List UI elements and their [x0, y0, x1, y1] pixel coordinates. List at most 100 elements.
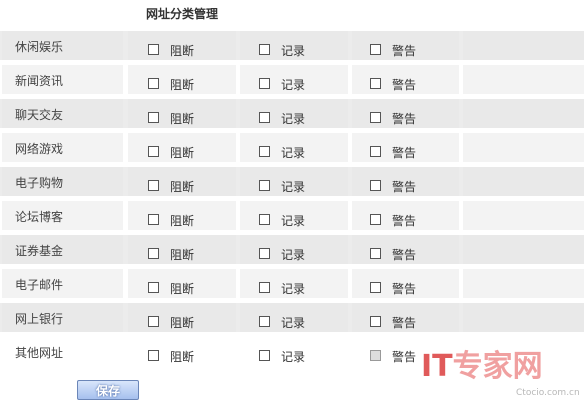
category-label: 论坛博客 [15, 210, 64, 224]
table-row: 新闻资讯 阻断 记录 警告 [0, 63, 584, 97]
alert-label: 警告 [392, 282, 417, 296]
record-option[interactable]: 记录 [259, 108, 305, 126]
block-option[interactable]: 阻断 [148, 142, 194, 160]
category-label: 网络游戏 [15, 142, 64, 156]
block-option[interactable]: 阻断 [148, 346, 194, 364]
alert-label: 警告 [392, 44, 417, 58]
alert-option[interactable]: 警告 [370, 142, 416, 160]
block-checkbox[interactable] [148, 282, 159, 293]
record-label: 记录 [281, 316, 306, 330]
block-option[interactable]: 阻断 [148, 210, 194, 228]
block-label: 阻断 [170, 214, 195, 228]
block-option[interactable]: 阻断 [148, 312, 194, 330]
category-label: 证券基金 [15, 244, 64, 258]
category-table: 休闲娱乐 阻断 记录 警告 新闻资讯 阻断 记录 警告 聊天交友 阻断 记录 警… [0, 29, 584, 369]
record-label: 记录 [281, 180, 306, 194]
record-label: 记录 [281, 112, 306, 126]
block-option[interactable]: 阻断 [148, 40, 194, 58]
table-row: 网络游戏 阻断 记录 警告 [0, 131, 584, 165]
block-checkbox[interactable] [148, 316, 159, 327]
record-checkbox[interactable] [259, 350, 270, 361]
alert-label: 警告 [392, 78, 417, 92]
alert-checkbox[interactable] [370, 180, 381, 191]
record-option[interactable]: 记录 [259, 312, 305, 330]
record-option[interactable]: 记录 [259, 346, 305, 364]
block-checkbox[interactable] [148, 146, 159, 157]
block-checkbox[interactable] [148, 44, 159, 55]
record-label: 记录 [281, 214, 306, 228]
record-checkbox[interactable] [259, 282, 270, 293]
block-option[interactable]: 阻断 [148, 74, 194, 92]
save-button[interactable]: 保存 [77, 380, 139, 400]
watermark-logo: IT专家网 Ctocio.com.cn [421, 350, 581, 410]
block-checkbox[interactable] [148, 350, 159, 361]
record-option[interactable]: 记录 [259, 40, 305, 58]
alert-checkbox[interactable] [370, 316, 381, 327]
record-checkbox[interactable] [259, 248, 270, 259]
alert-option[interactable]: 警告 [370, 210, 416, 228]
record-checkbox[interactable] [259, 112, 270, 123]
watermark-brand-it: IT [421, 349, 453, 384]
alert-option[interactable]: 警告 [370, 346, 416, 364]
page-title: 网址分类管理 [146, 7, 219, 21]
alert-checkbox[interactable] [370, 214, 381, 225]
record-checkbox[interactable] [259, 214, 270, 225]
record-label: 记录 [281, 248, 306, 262]
category-label: 新闻资讯 [15, 74, 64, 88]
block-checkbox[interactable] [148, 78, 159, 89]
alert-checkbox[interactable] [370, 44, 381, 55]
alert-label: 警告 [392, 146, 417, 160]
block-label: 阻断 [170, 248, 195, 262]
record-option[interactable]: 记录 [259, 210, 305, 228]
record-option[interactable]: 记录 [259, 142, 305, 160]
alert-label: 警告 [392, 180, 417, 194]
alert-label: 警告 [392, 350, 417, 364]
alert-label: 警告 [392, 248, 417, 262]
table-row: 电子邮件 阻断 记录 警告 [0, 267, 584, 301]
record-option[interactable]: 记录 [259, 74, 305, 92]
block-checkbox[interactable] [148, 248, 159, 259]
alert-option[interactable]: 警告 [370, 108, 416, 126]
alert-label: 警告 [392, 112, 417, 126]
record-option[interactable]: 记录 [259, 278, 305, 296]
block-checkbox[interactable] [148, 112, 159, 123]
block-label: 阻断 [170, 282, 195, 296]
block-checkbox[interactable] [148, 180, 159, 191]
block-option[interactable]: 阻断 [148, 108, 194, 126]
record-checkbox[interactable] [259, 44, 270, 55]
alert-option[interactable]: 警告 [370, 176, 416, 194]
record-label: 记录 [281, 78, 306, 92]
alert-checkbox[interactable] [370, 78, 381, 89]
category-label: 网上银行 [15, 312, 64, 326]
block-option[interactable]: 阻断 [148, 176, 194, 194]
record-option[interactable]: 记录 [259, 244, 305, 262]
record-label: 记录 [281, 44, 306, 58]
record-checkbox[interactable] [259, 316, 270, 327]
record-checkbox[interactable] [259, 78, 270, 89]
alert-checkbox[interactable] [370, 282, 381, 293]
record-label: 记录 [281, 282, 306, 296]
record-checkbox[interactable] [259, 146, 270, 157]
watermark-site: Ctocio.com.cn [516, 388, 580, 398]
alert-checkbox[interactable] [370, 112, 381, 123]
alert-option[interactable]: 警告 [370, 244, 416, 262]
block-label: 阻断 [170, 44, 195, 58]
alert-option[interactable]: 警告 [370, 278, 416, 296]
alert-option[interactable]: 警告 [370, 40, 416, 58]
block-option[interactable]: 阻断 [148, 244, 194, 262]
alert-label: 警告 [392, 214, 417, 228]
alert-checkbox[interactable] [370, 146, 381, 157]
category-label: 其他网址 [15, 346, 64, 360]
alert-option[interactable]: 警告 [370, 312, 416, 330]
record-option[interactable]: 记录 [259, 176, 305, 194]
alert-checkbox[interactable] [370, 248, 381, 259]
table-row: 论坛博客 阻断 记录 警告 [0, 199, 584, 233]
watermark-brand-rest: 专家网 [452, 349, 543, 384]
block-checkbox[interactable] [148, 214, 159, 225]
record-checkbox[interactable] [259, 180, 270, 191]
block-option[interactable]: 阻断 [148, 278, 194, 296]
table-row: 证券基金 阻断 记录 警告 [0, 233, 584, 267]
alert-option[interactable]: 警告 [370, 74, 416, 92]
alert-checkbox[interactable] [370, 350, 381, 361]
category-label: 休闲娱乐 [15, 40, 64, 54]
